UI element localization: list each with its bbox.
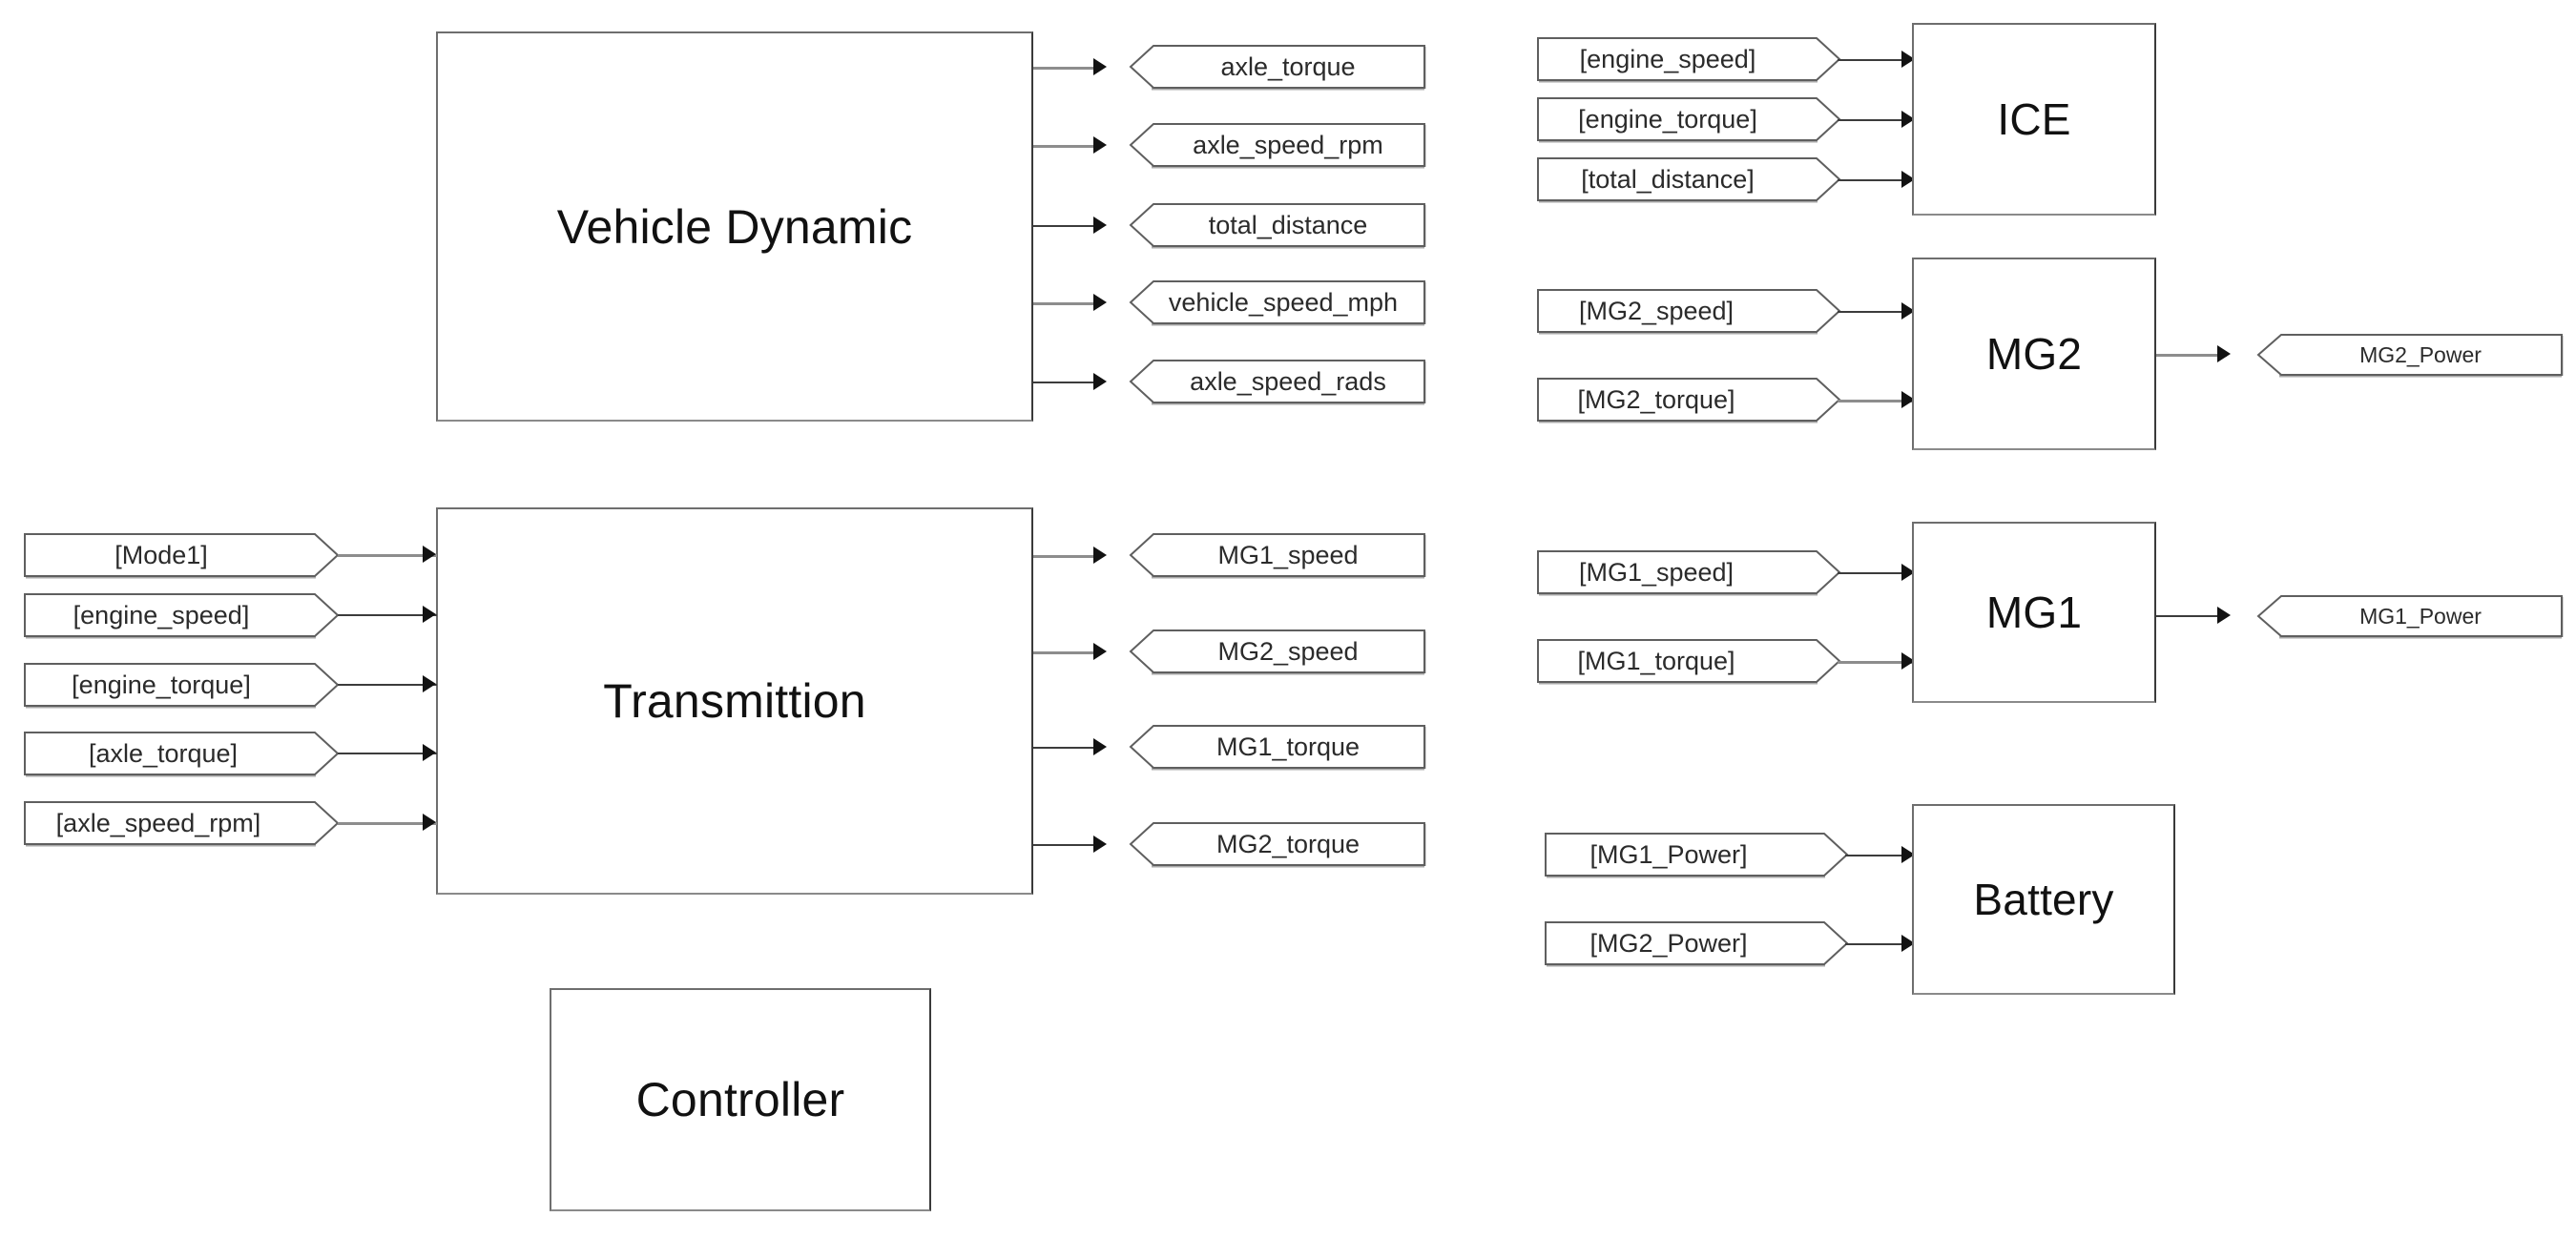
block-mg2[interactable]: MG2 bbox=[1912, 258, 2156, 450]
from-tag-mg1-torque[interactable]: [MG1_torque] bbox=[1536, 638, 1841, 685]
goto-tag-mg1-torque[interactable]: MG1_torque bbox=[1129, 724, 1426, 771]
goto-tag-mg2-torque[interactable]: MG2_torque bbox=[1129, 821, 1426, 868]
wire-trans-out-3 bbox=[1033, 747, 1102, 749]
wire-vd-out-1 bbox=[1033, 67, 1102, 70]
block-diagram-canvas: Vehicle Dynamic axle_torque axle_speed_r… bbox=[0, 0, 2576, 1238]
arrowhead-trans-out-2 bbox=[1093, 643, 1107, 660]
wire-vd-out-4 bbox=[1033, 302, 1102, 305]
goto-tag-axle-speed-rpm[interactable]: axle_speed_rpm bbox=[1129, 122, 1426, 169]
block-label-controller: Controller bbox=[635, 1073, 845, 1126]
goto-tag-axle-speed-rads[interactable]: axle_speed_rads bbox=[1129, 359, 1426, 405]
from-tag-mg2-speed[interactable]: [MG2_speed] bbox=[1536, 288, 1841, 335]
from-tag-ice-total-distance[interactable]: [total_distance] bbox=[1536, 156, 1841, 203]
goto-tag-mg1-speed[interactable]: MG1_speed bbox=[1129, 532, 1426, 579]
goto-tag-mg1-power[interactable]: MG1_Power bbox=[2256, 594, 2564, 639]
from-tag-mg1-speed[interactable]: [MG1_speed] bbox=[1536, 549, 1841, 596]
arrowhead-trans-in-1 bbox=[423, 546, 436, 563]
wire-vd-out-3 bbox=[1033, 225, 1102, 227]
arrowhead-trans-out-3 bbox=[1093, 738, 1107, 755]
arrowhead-vd-out-3 bbox=[1093, 217, 1107, 234]
block-vehicle-dynamic[interactable]: Vehicle Dynamic bbox=[436, 31, 1033, 422]
block-label-mg1: MG1 bbox=[1985, 588, 2083, 637]
arrowhead-vd-out-5 bbox=[1093, 373, 1107, 390]
block-mg1[interactable]: MG1 bbox=[1912, 522, 2156, 703]
arrowhead-mg1-out bbox=[2217, 607, 2231, 624]
block-label-ice: ICE bbox=[1997, 94, 2071, 144]
wire-mg2-out bbox=[2156, 354, 2227, 357]
from-tag-axle-torque[interactable]: [axle_torque] bbox=[23, 731, 340, 777]
from-tag-mg2-torque[interactable]: [MG2_torque] bbox=[1536, 377, 1841, 423]
arrowhead-trans-in-3 bbox=[423, 675, 436, 692]
arrowhead-vd-out-2 bbox=[1093, 136, 1107, 154]
block-label-transmittion: Transmittion bbox=[603, 674, 866, 728]
from-tag-battery-mg2-power[interactable]: [MG2_Power] bbox=[1544, 920, 1849, 967]
arrowhead-trans-out-1 bbox=[1093, 547, 1107, 564]
wire-trans-out-2 bbox=[1033, 651, 1102, 654]
goto-tag-mg2-power[interactable]: MG2_Power bbox=[2256, 333, 2564, 378]
block-label-vehicle-dynamic: Vehicle Dynamic bbox=[556, 199, 913, 254]
goto-tag-axle-torque[interactable]: axle_torque bbox=[1129, 44, 1426, 91]
arrowhead-trans-in-4 bbox=[423, 744, 436, 761]
wire-vd-out-2 bbox=[1033, 145, 1102, 148]
arrowhead-vd-out-4 bbox=[1093, 294, 1107, 311]
wire-mg1-out bbox=[2156, 615, 2227, 617]
goto-tag-mg2-speed[interactable]: MG2_speed bbox=[1129, 629, 1426, 675]
arrowhead-vd-out-1 bbox=[1093, 58, 1107, 75]
block-battery[interactable]: Battery bbox=[1912, 804, 2175, 995]
from-tag-engine-torque[interactable]: [engine_torque] bbox=[23, 662, 340, 709]
block-label-mg2: MG2 bbox=[1985, 329, 2083, 379]
wire-trans-out-4 bbox=[1033, 844, 1102, 846]
goto-tag-total-distance[interactable]: total_distance bbox=[1129, 202, 1426, 249]
from-tag-ice-engine-speed[interactable]: [engine_speed] bbox=[1536, 36, 1841, 83]
from-tag-mode1[interactable]: [Mode1] bbox=[23, 532, 340, 579]
arrowhead-trans-out-4 bbox=[1093, 836, 1107, 853]
block-ice[interactable]: ICE bbox=[1912, 23, 2156, 216]
from-tag-engine-speed[interactable]: [engine_speed] bbox=[23, 592, 340, 639]
arrowhead-trans-in-5 bbox=[423, 814, 436, 831]
wire-vd-out-5 bbox=[1033, 382, 1102, 383]
arrowhead-mg2-out bbox=[2217, 345, 2231, 362]
wire-trans-out-1 bbox=[1033, 555, 1102, 558]
arrowhead-trans-in-2 bbox=[423, 606, 436, 623]
from-tag-battery-mg1-power[interactable]: [MG1_Power] bbox=[1544, 832, 1849, 878]
block-transmittion[interactable]: Transmittion bbox=[436, 507, 1033, 895]
goto-tag-vehicle-speed-mph[interactable]: vehicle_speed_mph bbox=[1129, 279, 1426, 326]
block-controller[interactable]: Controller bbox=[550, 988, 931, 1211]
from-tag-axle-speed-rpm[interactable]: [axle_speed_rpm] bbox=[23, 800, 340, 847]
from-tag-ice-engine-torque[interactable]: [engine_torque] bbox=[1536, 96, 1841, 143]
block-label-battery: Battery bbox=[1973, 875, 2114, 924]
